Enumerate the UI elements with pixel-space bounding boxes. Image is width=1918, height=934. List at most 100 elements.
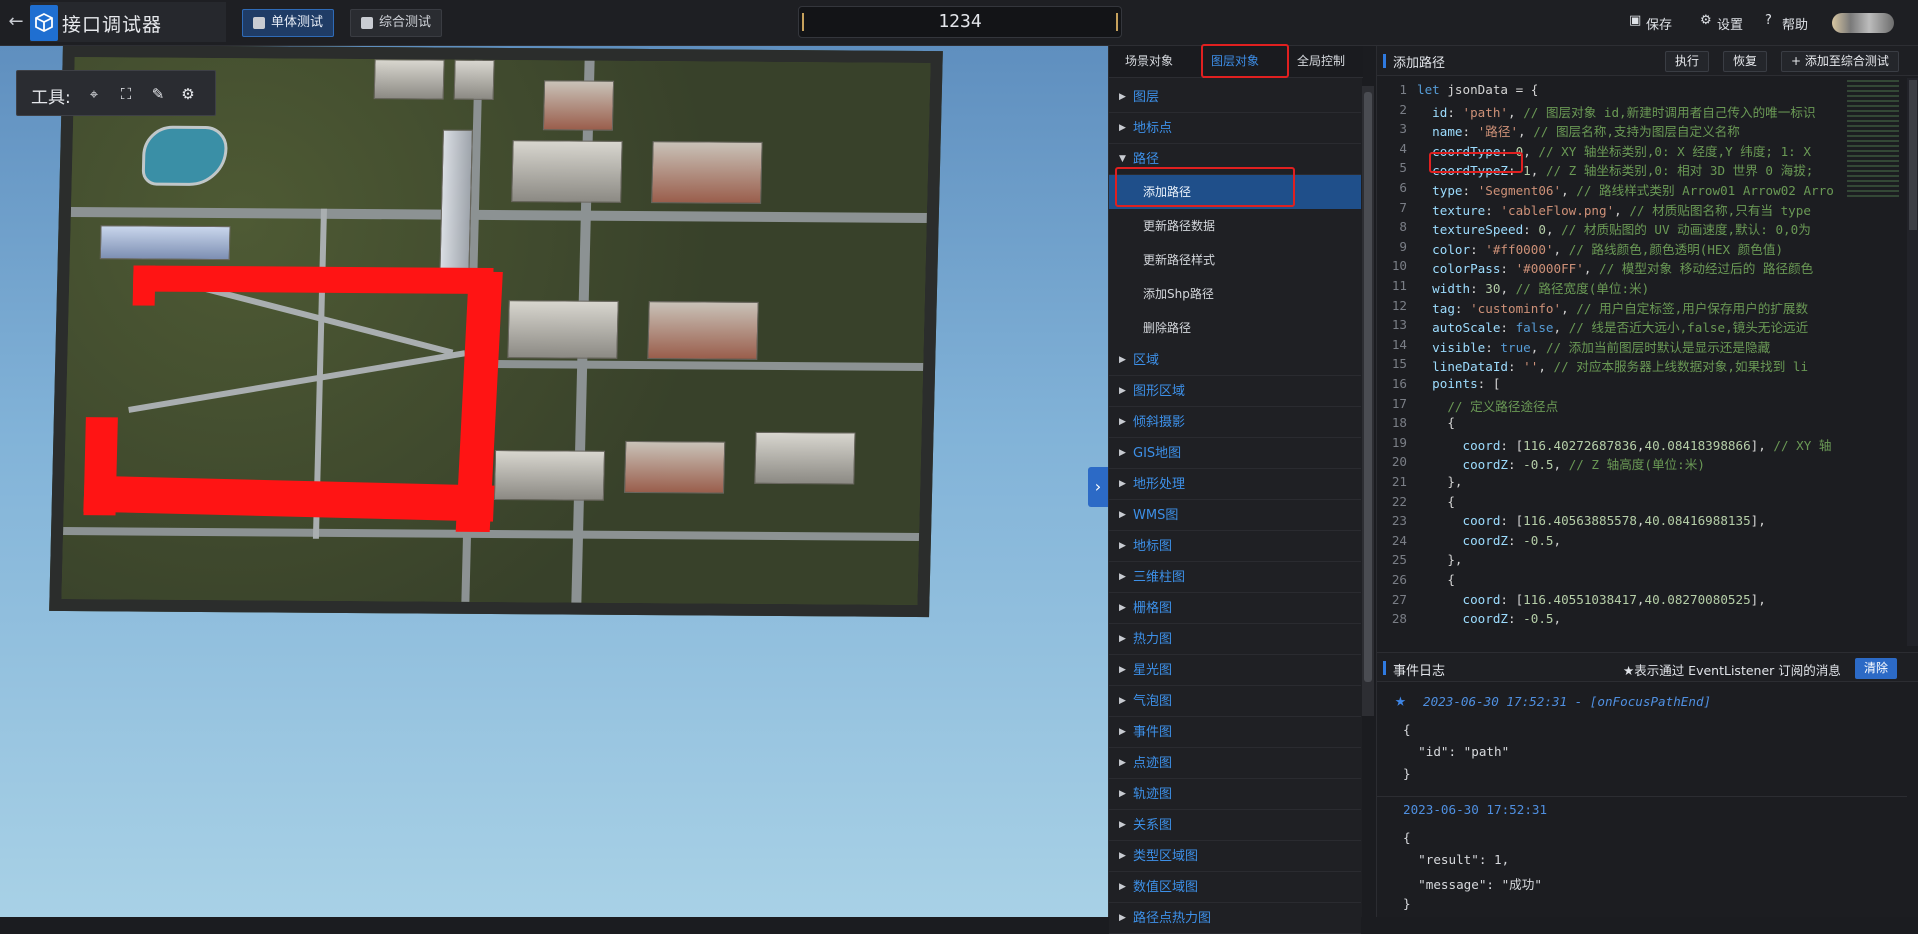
line-number: 12 (1391, 297, 1407, 313)
tree-item[interactable]: ▶ 三维柱图 (1109, 562, 1361, 593)
log-line: "result": 1, (1403, 852, 1510, 867)
chevron-right-icon[interactable]: ▶ (1119, 779, 1126, 810)
tree-subitem[interactable]: 更新路径样式 (1109, 243, 1361, 277)
chevron-right-icon[interactable]: ▶ (1119, 345, 1126, 376)
line-number: 22 (1391, 493, 1407, 509)
tree-item[interactable]: ▶ WMS图 (1109, 500, 1361, 531)
tree-item[interactable]: ▶ 地标点 (1109, 113, 1361, 144)
tree-item[interactable]: ▶ 数值区域图 (1109, 872, 1361, 903)
scrollbar-thumb[interactable] (1364, 92, 1372, 682)
back-arrow-icon[interactable]: ← (5, 10, 27, 34)
chevron-right-icon[interactable]: ▶ (1119, 810, 1126, 841)
chevron-right-icon[interactable]: ▶ (1119, 872, 1126, 903)
chevron-right-icon[interactable]: ▶ (1119, 624, 1126, 655)
chevron-right-icon[interactable]: ▶ (1119, 655, 1126, 686)
chevron-right-icon[interactable]: ▶ (1119, 469, 1126, 500)
event-log[interactable]: ★ 2023-06-30 17:52:31 - [onFocusPathEnd]… (1377, 686, 1907, 917)
tree-subitem[interactable]: 添加路径 (1109, 175, 1361, 209)
chevron-right-icon[interactable]: ▶ (1119, 562, 1126, 593)
tree-item[interactable]: ▶ 地标图 (1109, 531, 1361, 562)
tree-subitem[interactable]: 删除路径 (1109, 311, 1361, 345)
search-input[interactable]: 1234 (798, 6, 1122, 38)
tree-item-label: WMS图 (1133, 508, 1179, 523)
code-line: coord: [116.40563885578,40.08416988135], (1462, 513, 1766, 529)
locate-icon[interactable]: ⌖ (85, 85, 103, 103)
tree-item[interactable]: ▶ 地形处理 (1109, 469, 1361, 500)
scene-viewport[interactable]: 工具: ⌖ ⛶ ✎ ⚙ › (0, 46, 1108, 917)
tree-item[interactable]: ▶ 路径点热力图 (1109, 903, 1361, 934)
tree-subitem[interactable]: 更新路径数据 (1109, 209, 1361, 243)
tab-integrated-test[interactable]: 综合测试 (350, 9, 443, 37)
chevron-right-icon[interactable]: ▶ (1119, 113, 1126, 144)
tree-item[interactable]: ▶ 热力图 (1109, 624, 1361, 655)
tree-item[interactable]: ▶ 关系图 (1109, 810, 1361, 841)
code-scrollbar[interactable] (1907, 78, 1918, 646)
tree-item[interactable]: ▶ 倾斜摄影 (1109, 407, 1361, 438)
tab-global-control[interactable]: 全局控制 (1289, 46, 1353, 78)
code-line: coord: [116.40551038417,40.08270080525], (1462, 591, 1766, 607)
tree-item[interactable]: ▶ 类型区域图 (1109, 841, 1361, 872)
gear-icon: ⚙ (1700, 13, 1712, 28)
log-line: } (1403, 896, 1411, 911)
building (542, 80, 615, 131)
line-number: 25 (1391, 552, 1407, 568)
code-line: name: '路径', // 图层名称,支持为图层自定义名称 (1432, 124, 1740, 140)
clear-button[interactable]: 清除 (1855, 658, 1897, 679)
add-label: 添加至综合测试 (1804, 54, 1889, 68)
tree-item[interactable]: ▶ 事件图 (1109, 717, 1361, 748)
line-number: 14 (1391, 336, 1407, 352)
chevron-right-icon[interactable]: ▶ (1119, 82, 1126, 113)
tree-item[interactable]: ▶ 星光图 (1109, 655, 1361, 686)
tree-item[interactable]: ▶ 图形区域 (1109, 376, 1361, 407)
chevron-right-icon[interactable]: ▶ (1119, 593, 1126, 624)
save-button[interactable]: ▣ 保存 (1629, 13, 1672, 33)
tab-scene-objects[interactable]: 场景对象 (1117, 46, 1181, 78)
chevron-right-icon[interactable]: ▶ (1119, 376, 1126, 407)
tree-scrollbar[interactable] (1362, 86, 1374, 716)
tab-layer-objects[interactable]: 图层对象 (1203, 46, 1267, 78)
editor-title: 添加路径 (1393, 56, 1446, 71)
chevron-right-icon[interactable]: ▶ (1119, 531, 1126, 562)
tree-item[interactable]: ▶ 气泡图 (1109, 686, 1361, 717)
tree-item[interactable]: ▶ GIS地图 (1109, 438, 1361, 469)
chevron-right-icon[interactable]: ▶ (1119, 841, 1126, 872)
tree-item[interactable]: ▶ 点迹图 (1109, 748, 1361, 779)
code-line: points: [ (1432, 376, 1501, 391)
collapse-panel-button[interactable]: › (1088, 467, 1108, 507)
title-accent (1383, 54, 1386, 68)
frame-select-icon[interactable]: ⛶ (117, 85, 135, 103)
line-number: 5 (1399, 160, 1407, 176)
scrollbar-thumb[interactable] (1909, 80, 1917, 230)
chevron-right-icon[interactable]: ▶ (1119, 717, 1126, 748)
run-button[interactable]: 执行 (1665, 51, 1709, 72)
restore-button[interactable]: 恢复 (1723, 51, 1767, 72)
add-to-integrated-button[interactable]: + 添加至综合测试 (1781, 51, 1899, 72)
tree-item[interactable]: ▼ 路径 (1109, 144, 1361, 175)
tree-item[interactable]: ▶ 轨迹图 (1109, 779, 1361, 810)
tree-item[interactable]: ▶ 栅格图 (1109, 593, 1361, 624)
code-line: coordType: 0, // XY 轴坐标类别,0: X 经度,Y 纬度; … (1432, 143, 1811, 159)
line-number: 6 (1399, 180, 1407, 195)
chevron-right-icon[interactable]: ▶ (1119, 903, 1126, 934)
help-button[interactable]: ? 帮助 (1765, 13, 1808, 33)
pen-icon[interactable]: ✎ (149, 85, 167, 103)
tab-single-test[interactable]: 单体测试 (242, 9, 335, 37)
code-minimap[interactable] (1847, 80, 1899, 200)
tree-subitem[interactable]: 添加Shp路径 (1109, 277, 1361, 311)
code-editor[interactable]: 1 let jsonData = {2 id: 'path', // 图层对象 i… (1377, 78, 1859, 646)
plus-icon: + (1791, 54, 1805, 68)
chevron-right-icon[interactable]: ▶ (1119, 500, 1126, 531)
chevron-right-icon[interactable]: ▶ (1119, 407, 1126, 438)
chevron-right-icon[interactable]: ▶ (1119, 686, 1126, 717)
settings-button[interactable]: ⚙ 设置 (1700, 13, 1743, 33)
chevron-down-icon[interactable]: ▼ (1119, 144, 1126, 175)
building (507, 300, 619, 359)
tree-item[interactable]: ▶ 图层 (1109, 82, 1361, 113)
line-number: 24 (1391, 532, 1407, 548)
code-line: coordZ: -0.5, // Z 轴高度(单位:米) (1462, 457, 1705, 473)
avatar[interactable] (1832, 13, 1894, 33)
chevron-right-icon[interactable]: ▶ (1119, 748, 1126, 779)
tree-item[interactable]: ▶ 区域 (1109, 345, 1361, 376)
gear-icon[interactable]: ⚙ (179, 85, 197, 103)
chevron-right-icon[interactable]: ▶ (1119, 438, 1126, 469)
